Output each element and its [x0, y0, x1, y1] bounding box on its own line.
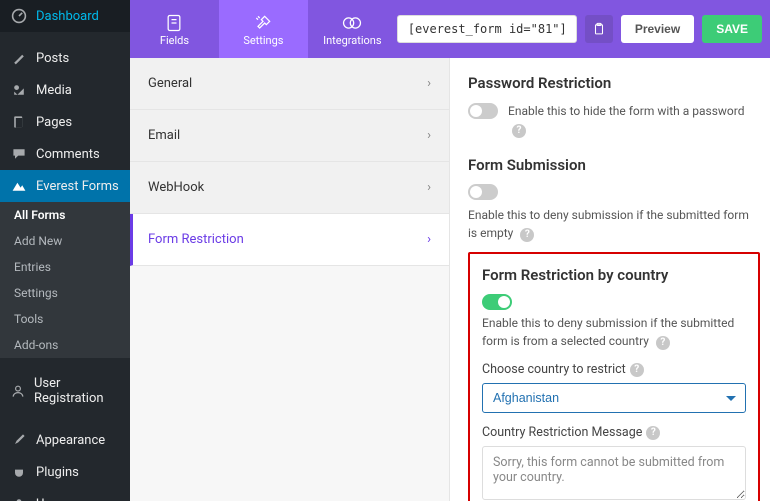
plug-icon [10, 464, 28, 480]
everest-icon [10, 178, 28, 194]
wp-menu-label: Everest Forms [36, 179, 119, 194]
country-restriction-desc: Enable this to deny submission if the su… [482, 314, 746, 350]
submenu-entries[interactable]: Entries [0, 254, 130, 280]
help-icon[interactable]: ? [520, 228, 534, 242]
submenu-tools[interactable]: Tools [0, 306, 130, 332]
builder-toolbar: Fields Settings Integrations Preview SAV… [130, 0, 770, 58]
tab-settings[interactable]: Settings [219, 0, 308, 58]
country-message-label: Country Restriction Message ? [482, 425, 746, 440]
tab-label: Integrations [323, 34, 381, 47]
wp-menu-posts[interactable]: Posts [0, 42, 130, 74]
accordion-form-restriction[interactable]: Form Restriction › [130, 214, 449, 266]
chevron-right-icon: › [427, 180, 431, 195]
wp-admin-sidebar: Dashboard Posts Media Pages Comments Eve… [0, 0, 130, 501]
password-restriction-toggle[interactable] [468, 103, 498, 119]
password-restriction-title: Password Restriction [468, 74, 760, 92]
accordion-webhook[interactable]: WebHook › [130, 162, 449, 214]
choose-country-label: Choose country to restrict ? [482, 362, 746, 377]
wp-menu-media[interactable]: Media [0, 74, 130, 106]
dashboard-icon [10, 8, 28, 24]
chevron-right-icon: › [427, 128, 431, 143]
wp-menu-pages[interactable]: Pages [0, 106, 130, 138]
country-restriction-toggle[interactable] [482, 294, 512, 310]
wp-menu-appearance[interactable]: Appearance [0, 424, 130, 456]
wp-menu-label: User Registration [34, 376, 120, 406]
brush-icon [10, 432, 28, 448]
wp-menu-label: Plugins [36, 465, 79, 480]
chevron-right-icon: › [427, 232, 431, 247]
accordion-general[interactable]: General › [130, 58, 449, 110]
password-restriction-desc: Enable this to hide the form with a pass… [508, 102, 760, 138]
media-icon [10, 82, 28, 98]
pin-icon [10, 50, 28, 66]
accordion-label: Email [148, 128, 180, 143]
accordion-label: Form Restriction [148, 232, 244, 247]
form-submission-title: Form Submission [468, 156, 760, 174]
wp-menu-user-registration[interactable]: User Registration [0, 368, 130, 414]
user-reg-icon [10, 383, 26, 399]
wp-menu-dashboard[interactable]: Dashboard [0, 0, 130, 32]
wp-menu-label: Dashboard [36, 9, 99, 24]
accordion-label: WebHook [148, 180, 204, 195]
tab-label: Settings [243, 34, 283, 47]
comment-icon [10, 146, 28, 162]
accordion-email[interactable]: Email › [130, 110, 449, 162]
tab-integrations[interactable]: Integrations [308, 0, 397, 58]
wp-menu-label: Posts [36, 51, 69, 66]
wp-menu-users[interactable]: Users [0, 488, 130, 501]
wp-menu-label: Appearance [36, 433, 105, 448]
users-icon [10, 496, 28, 501]
chevron-right-icon: › [427, 76, 431, 91]
wp-menu-label: Comments [36, 147, 100, 162]
help-icon[interactable]: ? [630, 363, 644, 377]
help-icon[interactable]: ? [656, 336, 670, 350]
accordion-label: General [148, 76, 192, 91]
integrations-icon [341, 12, 363, 34]
wp-menu-plugins[interactable]: Plugins [0, 456, 130, 488]
wp-menu-everest-forms[interactable]: Everest Forms [0, 170, 130, 202]
tab-label: Fields [160, 34, 189, 47]
preview-button[interactable]: Preview [621, 15, 694, 43]
help-icon[interactable]: ? [646, 426, 660, 440]
wp-menu-label: Users [36, 497, 69, 501]
save-button[interactable]: SAVE [702, 15, 762, 43]
shortcode-input[interactable] [397, 15, 577, 43]
country-select[interactable]: Afghanistan [482, 383, 746, 413]
submenu-addons[interactable]: Add-ons [0, 332, 130, 358]
submenu-settings[interactable]: Settings [0, 280, 130, 306]
copy-shortcode-button[interactable] [585, 15, 613, 43]
fields-icon [164, 12, 184, 34]
wp-menu-label: Pages [36, 115, 72, 130]
wp-submenu-everest: All Forms Add New Entries Settings Tools… [0, 202, 130, 358]
submenu-add-new[interactable]: Add New [0, 228, 130, 254]
tab-fields[interactable]: Fields [130, 0, 219, 58]
wp-menu-label: Media [36, 83, 72, 98]
wp-menu-comments[interactable]: Comments [0, 138, 130, 170]
page-icon [10, 114, 28, 130]
clipboard-icon [592, 22, 606, 36]
settings-accordion: General › Email › WebHook › Form Restric… [130, 58, 450, 501]
country-restriction-section: Form Restriction by country Enable this … [468, 252, 760, 501]
settings-panel: Password Restriction Enable this to hide… [450, 58, 770, 501]
settings-icon [253, 12, 273, 34]
country-message-textarea[interactable] [482, 446, 746, 500]
form-submission-desc: Enable this to deny submission if the su… [468, 206, 760, 242]
country-restriction-title: Form Restriction by country [482, 266, 746, 284]
submenu-all-forms[interactable]: All Forms [0, 202, 130, 228]
help-icon[interactable]: ? [512, 124, 526, 138]
form-submission-toggle[interactable] [468, 184, 498, 200]
